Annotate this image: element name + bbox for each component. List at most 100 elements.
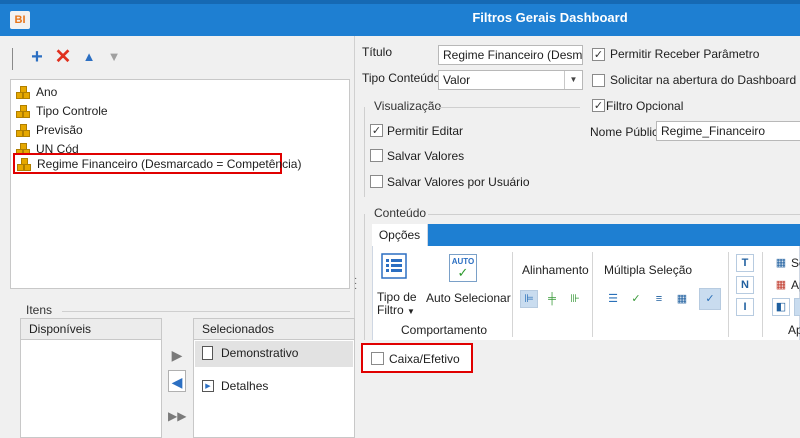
list-item-demonstrativo[interactable]: Demonstrativo xyxy=(195,341,353,367)
ribbon-separator xyxy=(762,252,763,337)
permitir-editar-label: Permitir Editar xyxy=(387,124,464,138)
salvar-valores-usuario-label: Salvar Valores por Usuário xyxy=(387,175,530,189)
filtro-opcional-label: Filtro Opcional xyxy=(606,99,684,113)
itens-group-label: Itens xyxy=(26,303,53,317)
splitter-grip-icon[interactable]: · · · xyxy=(354,274,358,296)
multipla-selecao-label: Múltipla Seleção xyxy=(604,263,693,277)
tipo-conteudo-value: Valor xyxy=(443,73,471,87)
list-icon[interactable]: ≡ xyxy=(650,290,668,308)
salvar-valores-checkbox[interactable] xyxy=(370,149,383,162)
integer-format-icon[interactable]: I xyxy=(736,298,754,316)
titulo-input[interactable]: Regime Financeiro (Desmarca xyxy=(438,45,583,65)
list-item-detalhes[interactable]: ▶ Detalhes xyxy=(195,374,353,400)
document-icon xyxy=(202,346,213,360)
salvar-valores-usuario-checkbox[interactable] xyxy=(370,175,383,188)
tree-item-previsao[interactable]: Previsão xyxy=(14,121,344,140)
ribbon-separator xyxy=(728,252,729,337)
nome-publico-label: Nome Público xyxy=(590,125,665,139)
title-bar-top-strip xyxy=(0,0,800,4)
permitir-editar-checkbox[interactable]: ✓ xyxy=(370,124,383,137)
align-left-icon[interactable]: ⊫ xyxy=(520,290,538,308)
solicitar-abertura-label: Solicitar na abertura do Dashboard xyxy=(610,73,797,87)
arrow-down-icon[interactable]: ▼ xyxy=(103,44,125,70)
tree-item-regime-financeiro[interactable]: Regime Financeiro (Desmarcado = Competên… xyxy=(13,153,301,174)
selected-list[interactable]: Selecionados Demonstrativo ▶ Detalhes xyxy=(193,318,355,438)
hierarchy-icon xyxy=(16,105,30,118)
partial-label-se: Se xyxy=(791,256,800,270)
alinhamento-label: Alinhamento xyxy=(522,263,589,277)
itens-group-line xyxy=(62,311,350,312)
check-icon[interactable]: ✓ xyxy=(627,290,645,308)
align-right-icon[interactable]: ⊪ xyxy=(566,290,584,308)
list-item-label: Demonstrativo xyxy=(221,346,299,360)
solicitar-abertura-checkbox[interactable] xyxy=(592,74,605,87)
tipo-filtro-label-line1: Tipo de xyxy=(377,290,417,304)
auto-selecionar-label[interactable]: Auto Selecionar xyxy=(426,291,511,305)
caixa-efetivo-checkbox[interactable] xyxy=(371,352,384,365)
visualizacao-group-border xyxy=(364,107,365,197)
hierarchy-icon xyxy=(17,158,31,171)
selected-list-header: Selecionados xyxy=(194,319,354,340)
move-left-arrow-icon[interactable]: ◀ xyxy=(168,370,186,392)
auto-select-icon[interactable]: AUTO ✓ xyxy=(449,254,477,282)
permitir-receber-parametro-checkbox[interactable]: ✓ xyxy=(592,48,605,61)
grid-red-icon[interactable]: ▦ xyxy=(772,276,790,294)
salvar-valores-label: Salvar Valores xyxy=(387,149,465,163)
available-list-header: Disponíveis xyxy=(21,319,161,340)
comportamento-label: Comportamento xyxy=(401,323,488,337)
chevron-down-icon: ▼ xyxy=(407,307,415,316)
conteudo-group-label: Conteúdo xyxy=(374,206,427,220)
tree-item-label: Regime Financeiro (Desmarcado = Competên… xyxy=(37,157,302,171)
partial-label-ap2: Ap xyxy=(788,323,800,337)
caixa-efetivo-label: Caixa/Efetivo xyxy=(389,352,460,366)
visualizacao-group-line xyxy=(436,107,580,108)
chevron-down-icon[interactable]: ▼ xyxy=(564,71,582,89)
tab-opcoes[interactable]: Opções xyxy=(372,224,428,246)
content-item-caixa-efetivo[interactable]: Caixa/Efetivo xyxy=(361,343,473,373)
expand-icon: ▶ xyxy=(202,380,214,392)
tipo-filtro-label-line2: Filtro xyxy=(377,303,404,317)
numeric-format-icon[interactable]: N xyxy=(736,276,754,294)
grid-icon[interactable]: ▦ xyxy=(673,290,691,308)
tree-item-label: Tipo Controle xyxy=(36,104,108,118)
toolbar-separator xyxy=(12,48,13,70)
panel-selected-icon[interactable] xyxy=(794,298,800,316)
panel-icon[interactable]: ◧ xyxy=(772,298,790,316)
available-list[interactable]: Disponíveis xyxy=(20,318,162,438)
hierarchy-icon xyxy=(16,86,30,99)
permitir-receber-parametro-label: Permitir Receber Parâmetro xyxy=(610,47,760,61)
move-right-arrow-icon[interactable]: ▶ xyxy=(168,344,186,366)
ribbon-separator xyxy=(592,252,593,337)
filtro-opcional-checkbox[interactable]: ✓ xyxy=(592,99,605,112)
move-all-right-icon[interactable]: ▶▶ xyxy=(168,405,186,427)
x-icon[interactable]: ✕ xyxy=(52,44,74,70)
tipo-conteudo-select[interactable]: Valor ▼ xyxy=(438,70,583,90)
tree-item-ano[interactable]: Ano xyxy=(14,83,344,102)
tree-item-label: Previsão xyxy=(36,123,83,137)
plus-icon[interactable]: + xyxy=(26,44,48,70)
checklist-icon[interactable]: ☰ xyxy=(604,290,622,308)
tipo-filtro-button[interactable]: Tipo de Filtro ▼ xyxy=(377,291,417,318)
list-view-icon[interactable] xyxy=(380,252,408,280)
window-title: Filtros Gerais Dashboard xyxy=(472,10,628,25)
partial-label-ap: Ap xyxy=(791,278,800,292)
conteudo-group-line xyxy=(428,214,800,215)
nome-publico-input[interactable]: Regime_Financeiro xyxy=(656,121,800,141)
app-logo-icon: BI xyxy=(10,11,30,29)
ribbon-tab-strip xyxy=(428,224,800,246)
hierarchy-icon xyxy=(16,124,30,137)
tipo-conteudo-label: Tipo Conteúdo xyxy=(362,71,441,85)
align-center-icon[interactable]: ╪ xyxy=(543,290,561,308)
list-item-label: Detalhes xyxy=(221,379,269,393)
text-format-icon[interactable]: T xyxy=(736,254,754,272)
ribbon-separator xyxy=(512,252,513,337)
grid-icon[interactable]: ▦ xyxy=(772,254,790,272)
check-icon: ✓ xyxy=(457,265,469,280)
visualizacao-group-label: Visualização xyxy=(374,99,442,113)
tree-item-label: Ano xyxy=(36,85,58,99)
check-selected-icon[interactable]: ✓ xyxy=(699,288,721,310)
filter-tree: Ano Tipo Controle Previsão UN Cód Regime… xyxy=(10,79,350,289)
titulo-label: Título xyxy=(362,45,393,59)
tree-item-tipo-controle[interactable]: Tipo Controle xyxy=(14,102,344,121)
arrow-up-icon[interactable]: ▲ xyxy=(78,44,100,70)
